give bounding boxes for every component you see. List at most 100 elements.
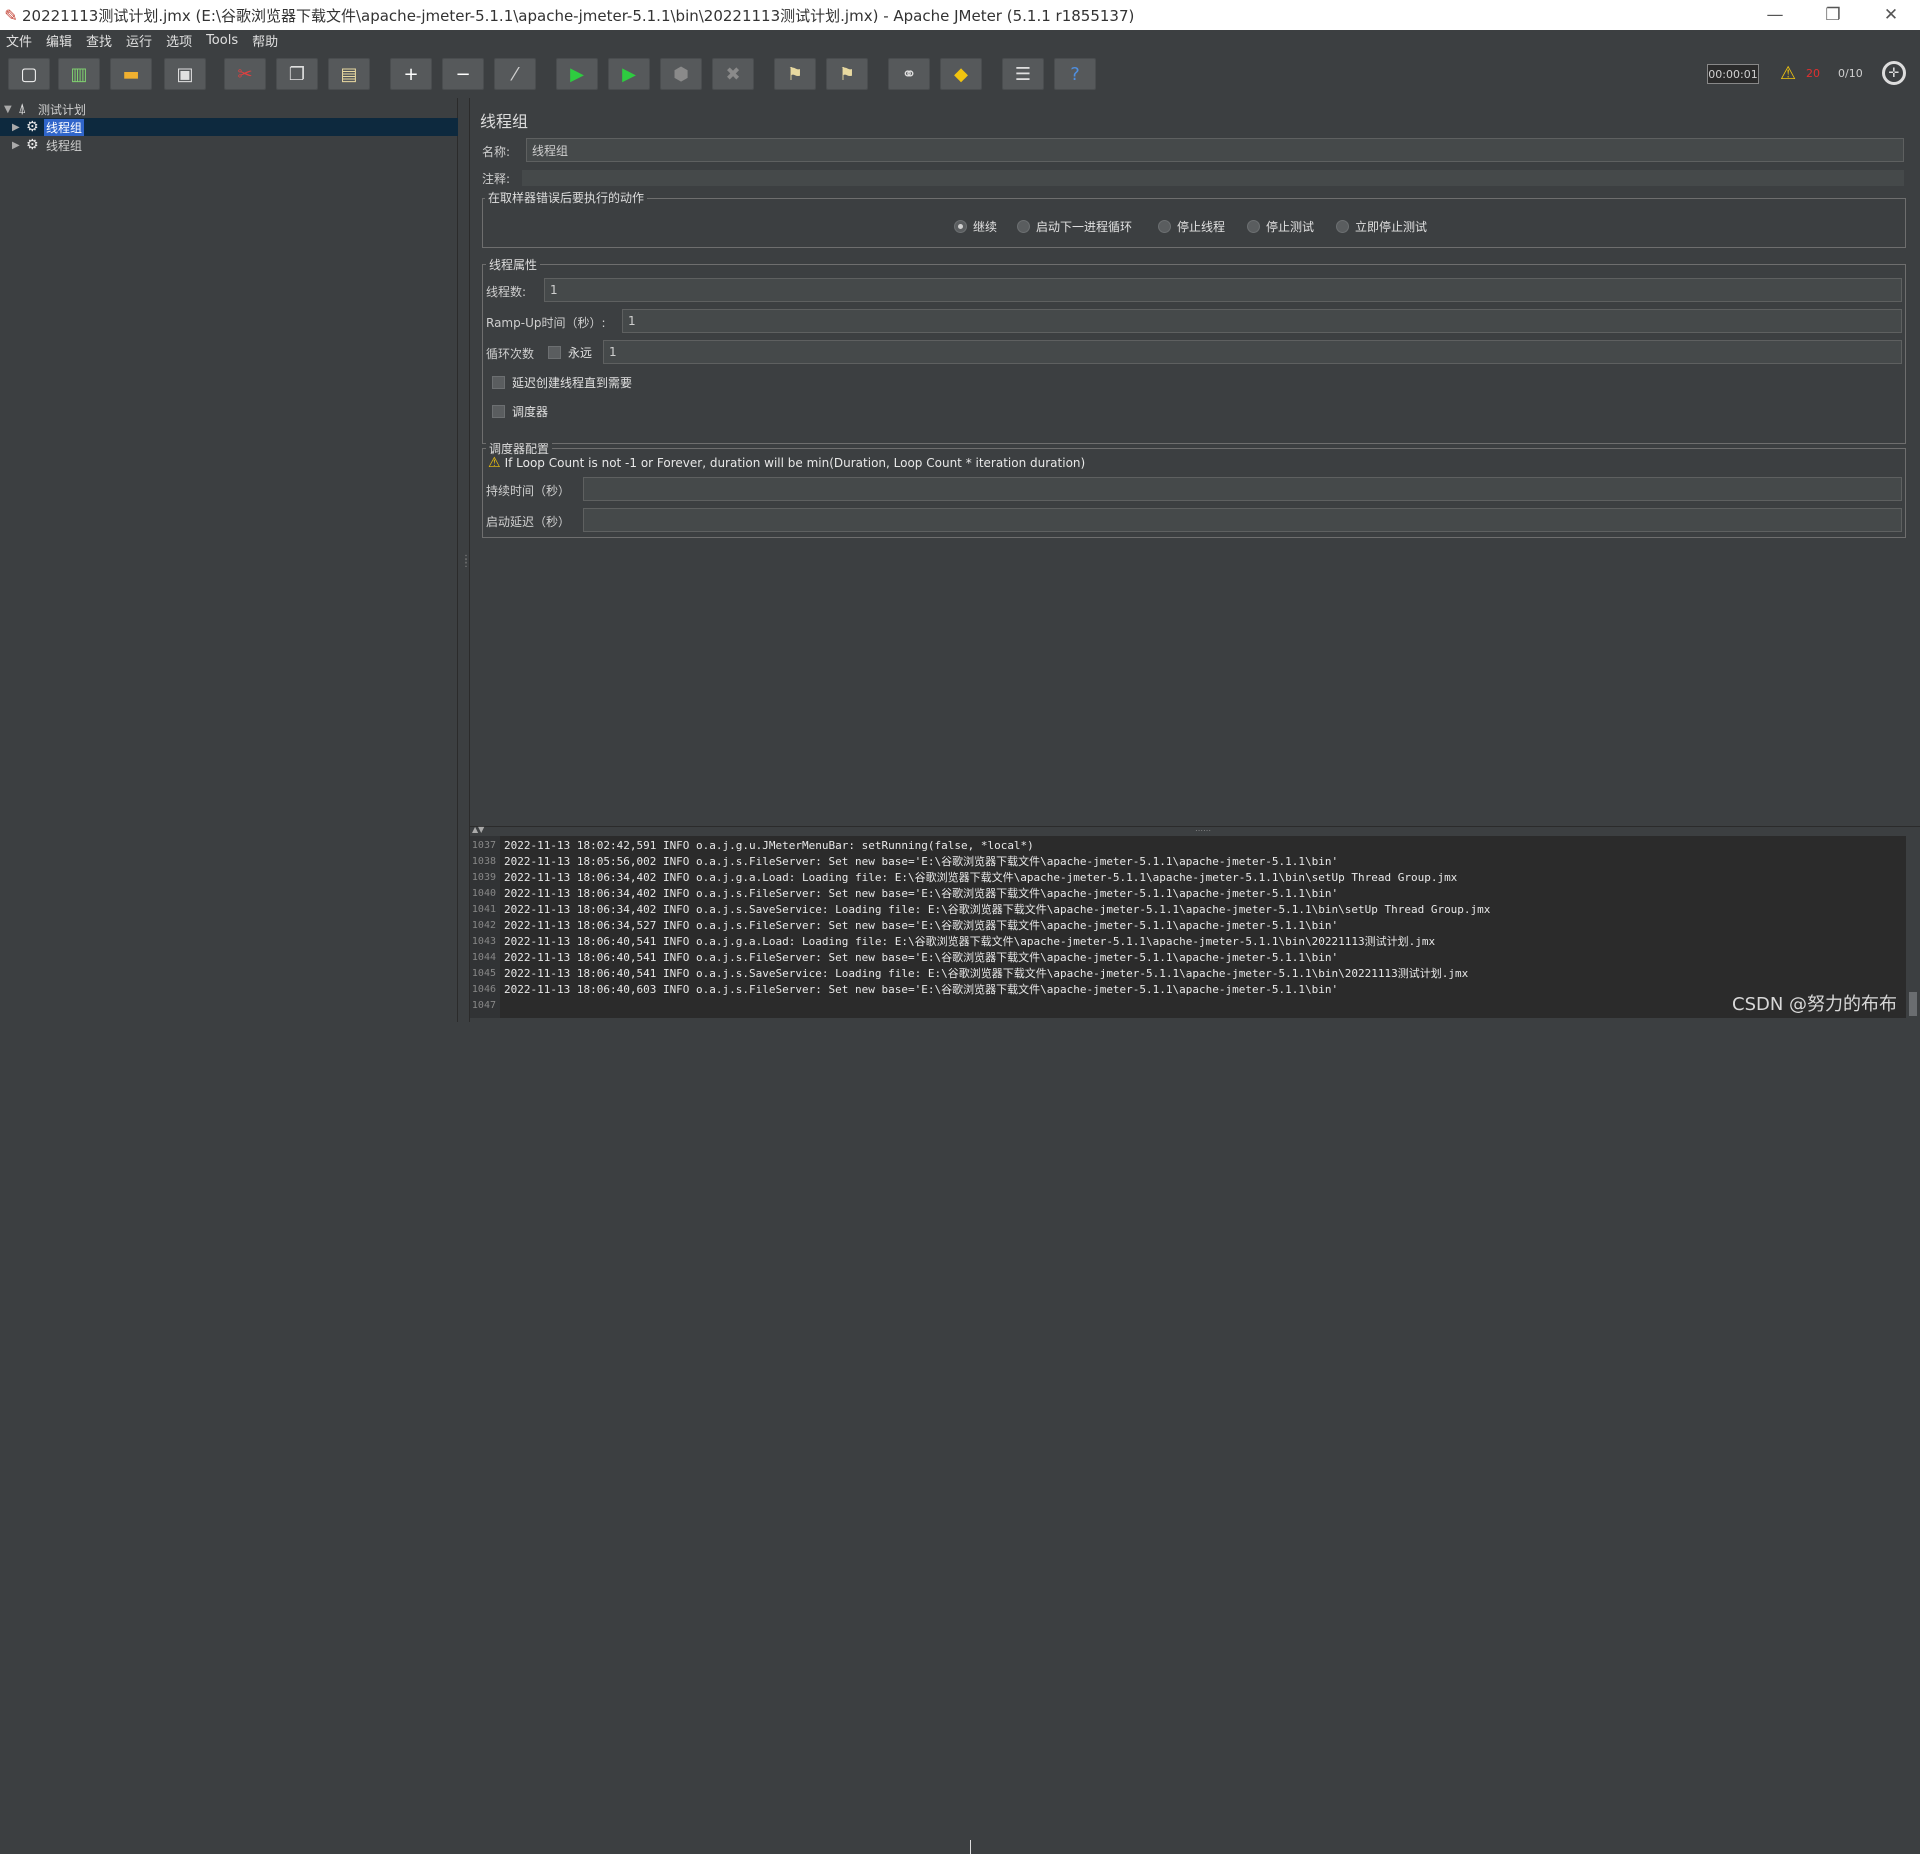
search-icon: ⚭ <box>901 63 917 85</box>
tree-node-label: 线程组 <box>44 118 85 136</box>
help-button[interactable]: ? <box>1054 58 1096 90</box>
scheduler-warning: ⚠ If Loop Count is not -1 or Forever, dur… <box>488 455 1085 471</box>
delay-thread-creation-checkbox[interactable]: 延迟创建线程直到需要 <box>492 374 632 391</box>
radio-stop-thread[interactable]: 停止线程 <box>1158 218 1225 235</box>
warning-icon[interactable]: ⚠ <box>1780 63 1796 84</box>
log-line-number: 1042 <box>471 920 496 931</box>
log-line: 2022-11-13 18:06:34,402 INFO o.a.j.s.Sav… <box>504 903 1491 916</box>
expand-arrow-icon[interactable]: ▶ <box>12 122 26 133</box>
menu-edit[interactable]: 编辑 <box>40 31 80 50</box>
comment-field[interactable] <box>522 170 1904 186</box>
checkbox-box-icon <box>492 376 505 389</box>
log-line: 2022-11-13 18:06:40,541 INFO o.a.j.s.Fil… <box>504 951 1339 964</box>
templates-button[interactable]: ▥ <box>58 58 100 90</box>
loop-count-field[interactable]: 1 <box>603 340 1902 364</box>
function-helper-icon: ☰ <box>1014 63 1032 85</box>
log-line-number: 1040 <box>471 888 496 899</box>
minimize-button[interactable]: — <box>1746 5 1804 25</box>
error-count[interactable]: 20 <box>1806 67 1820 80</box>
text-caret <box>970 1840 971 1854</box>
clear-all-button[interactable]: ⚑ <box>826 58 868 90</box>
cut-icon: ✂ <box>237 63 253 85</box>
menu-tools[interactable]: Tools <box>200 33 246 48</box>
paste-icon: ▤ <box>340 63 358 85</box>
toolbar: ▢ ▥ ▬ ▣ ✂ ❐ ▤ + − ⁄ ▶ ▶ ⬢ ✖ ⚑ ⚑ ⚭ ◆ ☰? 00:00:01 ⚠ 20 0/10 … <box>0 50 1920 98</box>
horizontal-splitter[interactable]: ▲▼ ⋯⋯ <box>470 825 1920 836</box>
forever-checkbox[interactable]: 永远 <box>548 344 592 361</box>
rampup-field[interactable]: 1 <box>622 309 1902 333</box>
log-line-number: 1044 <box>471 952 496 963</box>
radio-start-next-loop[interactable]: 启动下一进程循环 <box>1017 218 1132 235</box>
log-line: 2022-11-13 18:06:34,527 INFO o.a.j.s.Fil… <box>504 919 1339 932</box>
reset-search-button[interactable]: ◆ <box>940 58 982 90</box>
rampup-label: Ramp-Up时间（秒）: <box>486 316 606 330</box>
menu-run[interactable]: 运行 <box>120 31 160 50</box>
clear-button[interactable]: ⚑ <box>774 58 816 90</box>
shutdown-icon: ✖ <box>725 63 741 85</box>
stop-button[interactable]: ⬢ <box>660 58 702 90</box>
save-button[interactable]: ▣ <box>164 58 206 90</box>
tree-node-test-plan[interactable]: ▼ ⍋ 测试计划 <box>4 100 88 118</box>
menu-help[interactable]: 帮助 <box>246 31 286 50</box>
search-button[interactable]: ⚭ <box>888 58 930 90</box>
test-plan-icon: ⍋ <box>18 101 27 117</box>
threads-label: 线程数: <box>486 285 527 299</box>
restore-button[interactable]: ❐ <box>1804 5 1862 25</box>
tree-node-label: 线程组 <box>46 138 83 153</box>
log-viewer[interactable]: 1037 1038 1039 1040 1041 1042 1043 1044 1045 1046… <box>470 836 1906 1854</box>
menu-options[interactable]: 选项 <box>160 31 200 50</box>
help-icon: ? <box>1070 63 1080 85</box>
splitter-arrows-icon[interactable]: ▲▼ <box>472 825 484 834</box>
scrollbar-thumb[interactable] <box>1909 992 1917 1016</box>
collapse-arrow-icon[interactable]: ▼ <box>4 104 18 115</box>
close-button[interactable]: ✕ <box>1862 5 1920 25</box>
gear-icon: ⚙ <box>26 119 39 135</box>
cut-button[interactable]: ✂ <box>224 58 266 90</box>
threads-field[interactable]: 1 <box>544 278 1902 302</box>
toggle-icon: ⁄ <box>513 63 517 85</box>
function-helper-button[interactable]: ☰ <box>1002 58 1044 90</box>
new-icon: ▢ <box>20 63 38 85</box>
log-line-number: 1045 <box>471 968 496 979</box>
page-title: 线程组 <box>480 112 529 131</box>
warning-icon: ⚠ <box>488 455 501 471</box>
open-button[interactable]: ▬ <box>110 58 152 90</box>
start-button[interactable]: ▶ <box>556 58 598 90</box>
start-no-pause-button[interactable]: ▶ <box>608 58 650 90</box>
remote-globe-icon[interactable]: ✛ <box>1882 61 1906 85</box>
checkbox-label: 延迟创建线程直到需要 <box>512 376 633 390</box>
expand-arrow-icon[interactable]: ▶ <box>12 140 26 151</box>
name-field[interactable]: 线程组 <box>526 138 1904 162</box>
menu-file[interactable]: 文件 <box>0 31 40 50</box>
new-button[interactable]: ▢ <box>8 58 50 90</box>
log-scrollbar[interactable] <box>1906 836 1920 1018</box>
log-line-numbers: 1037 1038 1039 1040 1041 1042 1043 1044 1045 1046… <box>470 836 500 1018</box>
error-action-title: 在取样器错误后要执行的动作 <box>485 189 648 206</box>
active-threads: 0/10 <box>1838 67 1863 80</box>
startup-delay-field[interactable] <box>583 508 1902 532</box>
radio-stop-test[interactable]: 停止测试 <box>1247 218 1314 235</box>
tree-node-thread-group[interactable]: ▶ ⚙ 线程组 <box>12 136 84 154</box>
expand-button[interactable]: + <box>390 58 432 90</box>
tree-node-thread-group[interactable]: ▶ ⚙ 线程组 <box>12 118 85 136</box>
collapse-button[interactable]: − <box>442 58 484 90</box>
radio-label: 立即停止测试 <box>1355 220 1428 234</box>
vertical-splitter[interactable]: ⋮ ⋮ <box>458 98 471 1022</box>
shutdown-button[interactable]: ✖ <box>712 58 754 90</box>
scheduler-checkbox[interactable]: 调度器 <box>492 403 548 420</box>
log-line-number: 1039 <box>471 872 496 883</box>
log-line: 2022-11-13 18:06:40,603 INFO o.a.j.s.Fil… <box>504 983 1339 996</box>
duration-field[interactable] <box>583 477 1902 501</box>
menu-search[interactable]: 查找 <box>80 31 120 50</box>
checkbox-box-icon <box>548 346 561 359</box>
copy-button[interactable]: ❐ <box>276 58 318 90</box>
radio-continue[interactable]: 继续 <box>954 218 997 235</box>
toggle-button[interactable]: ⁄ <box>494 58 536 90</box>
watermark: CSDN @努力的布布 <box>1732 994 1898 1015</box>
log-line-number: 1047 <box>471 1000 496 1011</box>
radio-label: 启动下一进程循环 <box>1036 220 1133 234</box>
radio-stop-test-now[interactable]: 立即停止测试 <box>1336 218 1427 235</box>
paste-button[interactable]: ▤ <box>328 58 370 90</box>
name-label: 名称: <box>482 145 511 159</box>
radio-label: 停止线程 <box>1177 220 1226 234</box>
